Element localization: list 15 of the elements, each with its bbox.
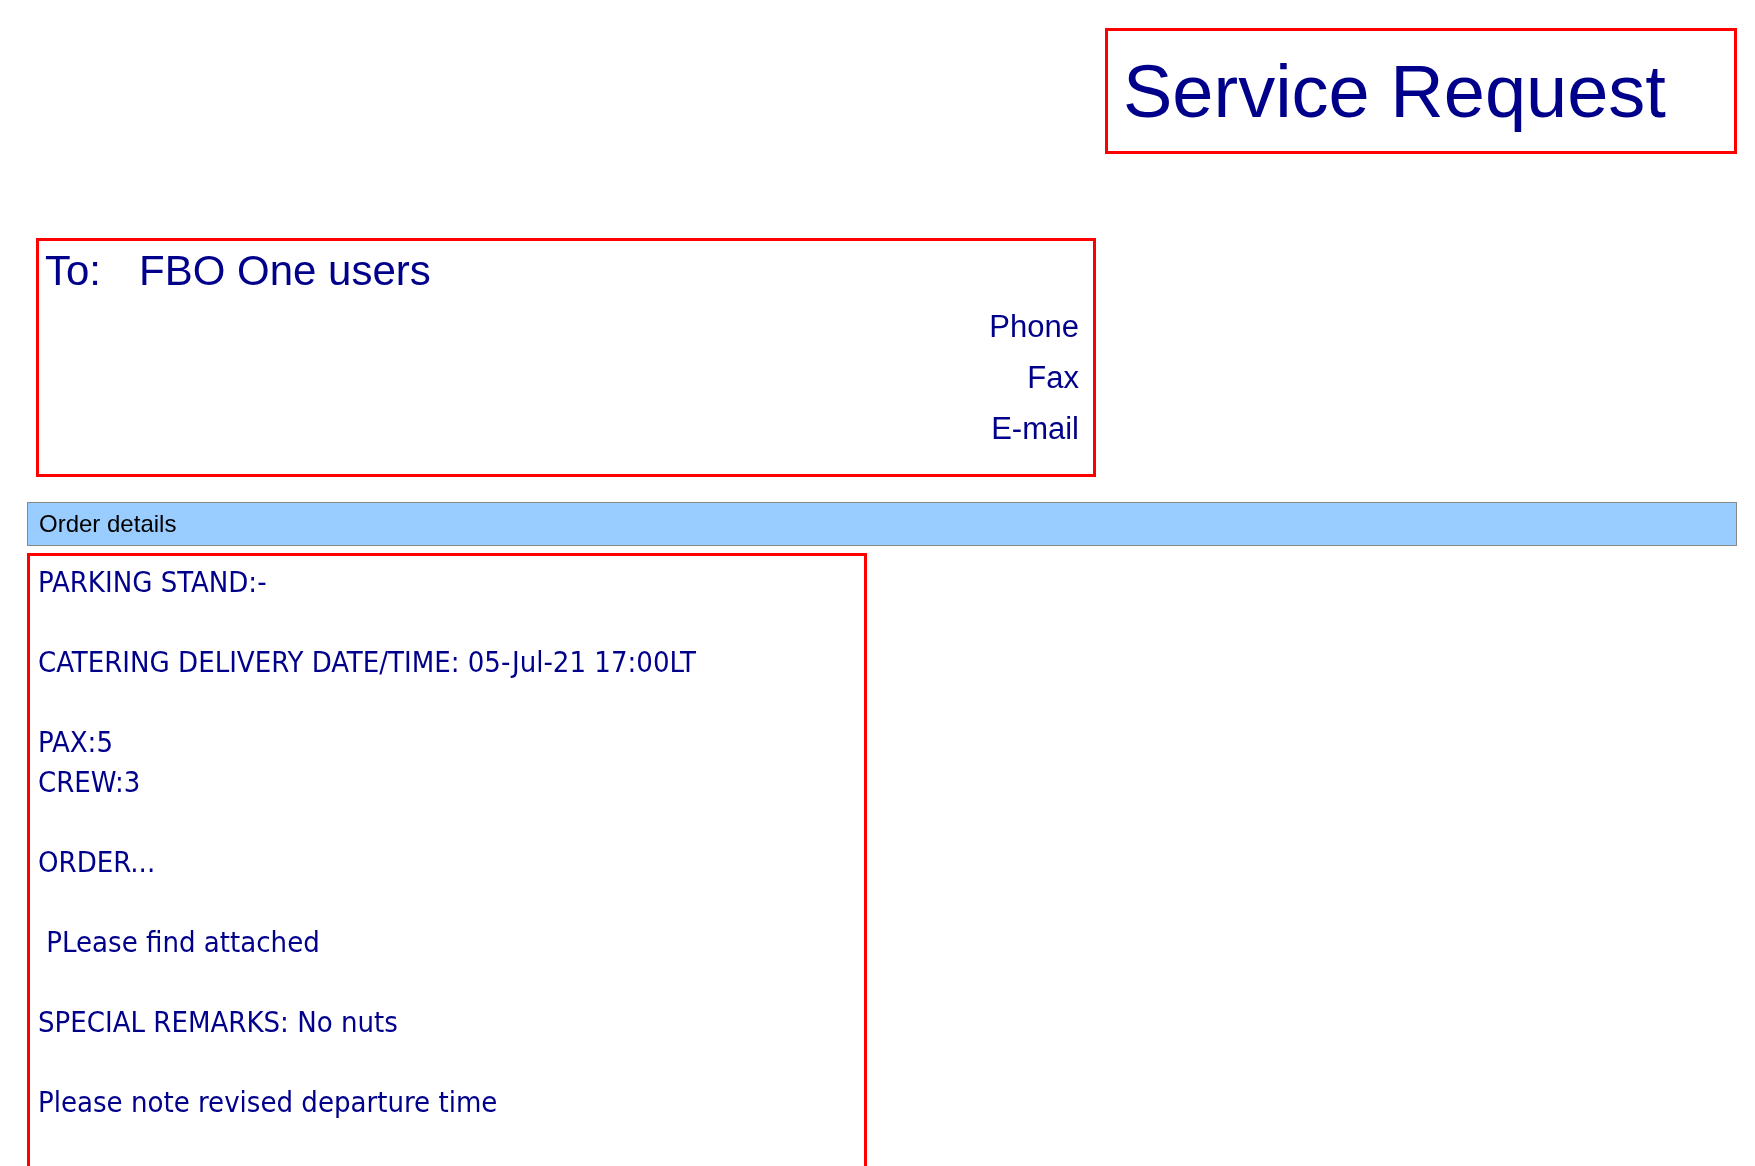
contact-label: Phone xyxy=(989,309,1079,345)
order-text: CREW:3 xyxy=(38,764,142,801)
document-title: Service Request xyxy=(1105,28,1737,154)
order-text: PLease find attached xyxy=(45,924,321,961)
order-text: SPECIAL REMARKS: No nuts xyxy=(38,1004,399,1041)
order-text: Please note revised departure time xyxy=(38,1084,499,1121)
order-text: ORDER... xyxy=(38,844,157,881)
order-text: PAX:5 xyxy=(38,724,114,761)
contact-label: Fax xyxy=(1027,360,1079,396)
order-text: PARKING STAND:- xyxy=(38,564,268,601)
contact-label: E-mail xyxy=(991,411,1079,447)
order-text: CATERING DELIVERY DATE/TIME: 05-Jul-21 17:00LT xyxy=(38,644,697,681)
recipient-name: FBO One users xyxy=(139,247,431,295)
section-header: Order details xyxy=(27,502,1737,546)
to-label: To: xyxy=(45,247,102,295)
